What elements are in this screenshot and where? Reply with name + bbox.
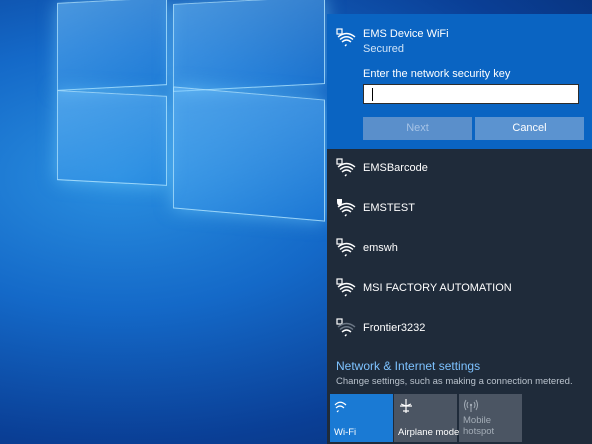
mobile-hotspot-tile[interactable]: Mobile hotspot [459, 394, 522, 442]
network-list-item[interactable]: EMSTEST [327, 189, 592, 229]
windows-logo-pane-top-left [57, 0, 167, 91]
network-name: EMSTEST [363, 202, 415, 214]
airplane-icon [400, 399, 412, 413]
cancel-button[interactable]: Cancel [475, 117, 584, 140]
wifi-secured-icon [336, 278, 356, 297]
wifi-secured-icon [336, 28, 356, 47]
wifi-weak-secured-icon [336, 318, 356, 337]
wifi-secured-icon [336, 158, 356, 177]
windows-logo-pane-bottom-left [57, 90, 167, 186]
airplane-mode-tile-label: Airplane mode [398, 427, 460, 438]
airplane-mode-tile[interactable]: Airplane mode [394, 394, 460, 442]
network-settings-link[interactable]: Network & Internet settings [336, 359, 480, 373]
network-name: EMSBarcode [363, 162, 428, 174]
wifi-icon [334, 401, 347, 413]
network-name: MSI FACTORY AUTOMATION [363, 282, 512, 294]
selected-network-status: Secured [363, 43, 404, 55]
network-list-item[interactable]: EMSBarcode [327, 149, 592, 189]
wifi-shield-icon [337, 199, 356, 217]
hotspot-icon [464, 399, 478, 412]
network-list-item[interactable]: emswh [327, 229, 592, 269]
wifi-tile-label: Wi-Fi [334, 427, 357, 438]
mobile-hotspot-tile-label: Mobile hotspot [463, 415, 495, 437]
security-key-input[interactable] [363, 84, 579, 104]
security-key-prompt: Enter the network security key [363, 68, 511, 80]
network-list-item[interactable]: MSI FACTORY AUTOMATION [327, 269, 592, 309]
selected-network-panel[interactable]: EMS Device WiFi Secured Enter the networ… [327, 14, 592, 149]
wifi-secured-icon [336, 238, 356, 257]
network-name: emswh [363, 242, 398, 254]
text-caret [372, 88, 373, 101]
wifi-toggle-tile[interactable]: Wi-Fi [330, 394, 393, 442]
network-flyout: EMS Device WiFi Secured Enter the networ… [327, 14, 592, 444]
windows-logo-pane-top-right [173, 0, 325, 92]
selected-network-name: EMS Device WiFi [363, 28, 449, 40]
network-name: Frontier3232 [363, 322, 426, 334]
network-settings-description: Change settings, such as making a connec… [336, 376, 573, 387]
network-list-item[interactable]: Frontier3232 [327, 309, 592, 349]
windows-logo-pane-bottom-right [173, 86, 325, 222]
next-button[interactable]: Next [363, 117, 472, 140]
